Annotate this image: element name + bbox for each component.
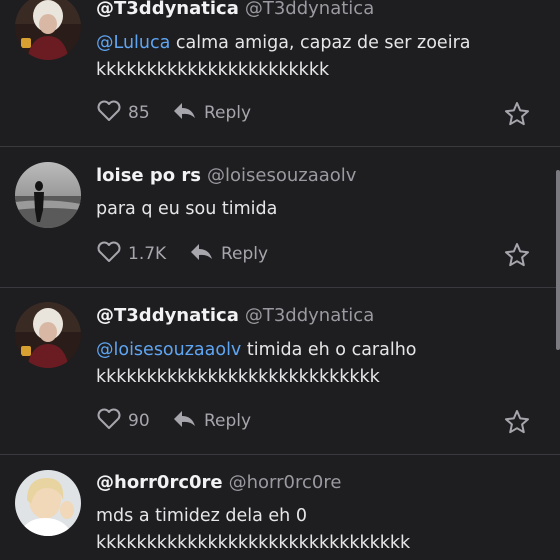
avatar[interactable] bbox=[15, 0, 81, 60]
comment-item: @T3ddynatica @T3ddynatica @loisesouzaaolv… bbox=[0, 288, 560, 454]
comment-actions: 90 Reply bbox=[96, 406, 560, 436]
star-icon[interactable] bbox=[504, 242, 530, 268]
scrollbar[interactable] bbox=[556, 170, 560, 350]
reply-button[interactable]: Reply bbox=[172, 406, 251, 436]
comment-header: @T3ddynatica @T3ddynatica bbox=[96, 305, 374, 327]
avatar[interactable] bbox=[15, 302, 81, 368]
comment-header: loise po rs @loisesouzaaolv bbox=[96, 165, 356, 187]
comment-feed: @T3ddynatica @T3ddynatica @Luluca calma a… bbox=[0, 0, 560, 560]
like-count: 1.7K bbox=[128, 244, 167, 264]
like-button[interactable]: 1.7K bbox=[96, 239, 166, 269]
author-name[interactable]: @T3ddynatica bbox=[96, 0, 239, 19]
like-button[interactable]: 90 bbox=[96, 406, 150, 436]
mention-link[interactable]: @Luluca bbox=[96, 33, 170, 53]
author-handle[interactable]: @T3ddynatica bbox=[245, 0, 374, 19]
author-name[interactable]: @T3ddynatica bbox=[96, 305, 239, 326]
comment-item: @horr0rc0re @horr0rc0re mds a timidez del… bbox=[0, 455, 560, 560]
like-button[interactable]: 85 bbox=[96, 98, 150, 128]
star-icon[interactable] bbox=[504, 101, 530, 127]
comment-text: mds a timidez dela eh 0 kkkkkkkkkkkkkkkk… bbox=[96, 506, 411, 553]
comment-item: @T3ddynatica @T3ddynatica @Luluca calma a… bbox=[0, 0, 560, 146]
comment-actions: 85 Reply bbox=[96, 98, 560, 128]
comment-text: para q eu sou timida bbox=[96, 199, 278, 219]
reply-label: Reply bbox=[204, 103, 252, 123]
author-handle[interactable]: @T3ddynatica bbox=[245, 305, 374, 326]
comment-item: loise po rs @loisesouzaaolv para q eu sou… bbox=[0, 147, 560, 287]
comment-header: @horr0rc0re @horr0rc0re bbox=[96, 472, 341, 494]
like-count: 90 bbox=[128, 411, 150, 431]
author-name[interactable]: @horr0rc0re bbox=[96, 472, 223, 493]
reply-button[interactable]: Reply bbox=[189, 239, 268, 269]
star-icon[interactable] bbox=[504, 409, 530, 435]
comment-header: @T3ddynatica @T3ddynatica bbox=[96, 0, 374, 20]
heart-icon bbox=[96, 99, 122, 128]
reply-arrow-icon bbox=[189, 242, 213, 267]
reply-label: Reply bbox=[221, 244, 269, 264]
heart-icon bbox=[96, 240, 122, 269]
author-handle[interactable]: @loisesouzaaolv bbox=[207, 165, 356, 186]
mention-link[interactable]: @loisesouzaaolv bbox=[96, 340, 241, 360]
avatar[interactable] bbox=[15, 470, 81, 536]
comment-actions: 1.7K Reply bbox=[96, 239, 560, 269]
comment-text: @Luluca calma amiga, capaz de ser zoeira… bbox=[96, 33, 471, 80]
like-count: 85 bbox=[128, 103, 150, 123]
avatar[interactable] bbox=[15, 162, 81, 228]
reply-button[interactable]: Reply bbox=[172, 98, 251, 128]
comment-text: @loisesouzaaolv timida eh o caralho kkkk… bbox=[96, 340, 417, 387]
heart-icon bbox=[96, 407, 122, 436]
author-handle[interactable]: @horr0rc0re bbox=[229, 472, 342, 493]
reply-arrow-icon bbox=[172, 101, 196, 126]
reply-label: Reply bbox=[204, 411, 252, 431]
author-name[interactable]: loise po rs bbox=[96, 165, 201, 186]
reply-arrow-icon bbox=[172, 409, 196, 434]
